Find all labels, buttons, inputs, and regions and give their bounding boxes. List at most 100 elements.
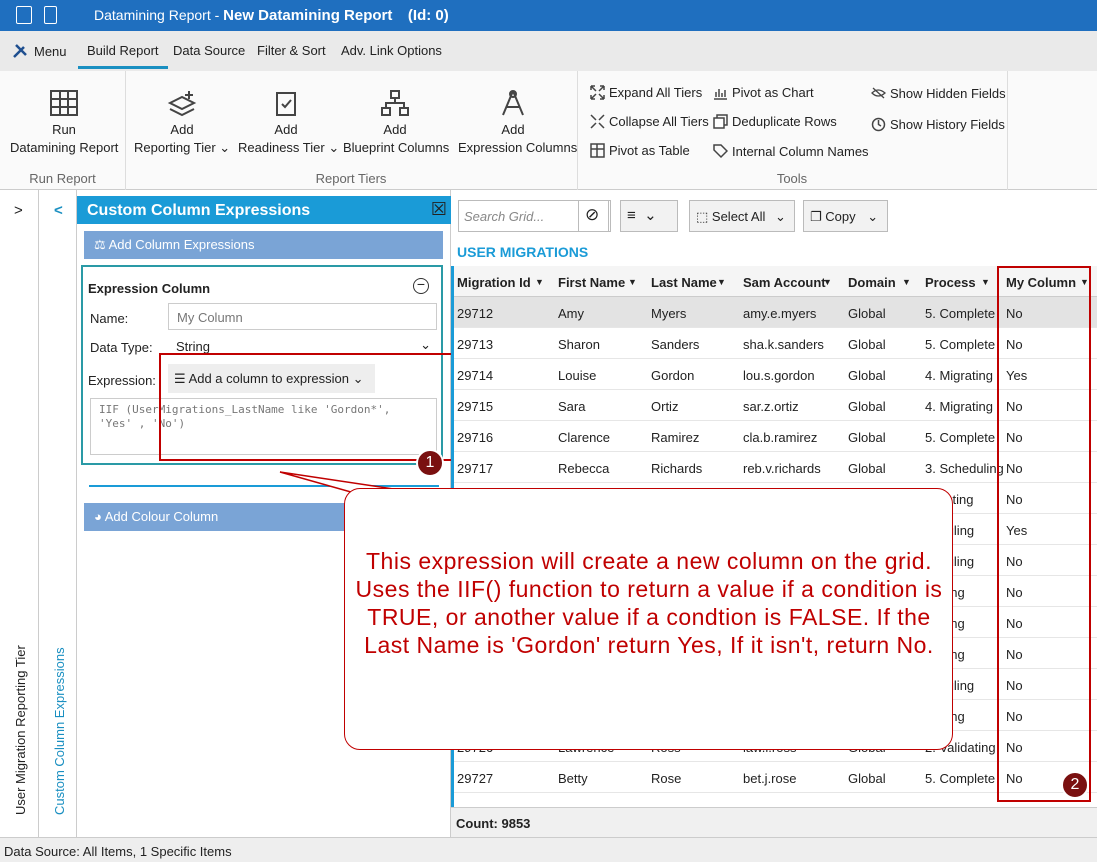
column-header[interactable]: Migration Id [457,275,531,290]
close-icon[interactable]: ☒ [431,199,447,220]
grid-icon [50,90,78,116]
expand-chevron-icon[interactable]: > [14,202,23,219]
table-cell: Global [848,368,886,383]
badge-2: 2 [1061,771,1089,799]
column-header[interactable]: Sam Account [743,275,826,290]
ribbon-divider [1007,71,1008,190]
pivot-as-table-button[interactable]: Pivot as Table [590,143,690,158]
table-cell: Louise [558,368,597,383]
table-cell: Global [848,461,886,476]
add-expression-columns-button[interactable]: Add Expression Columns [458,89,577,157]
ribbon: Run Datamining Report Add Reporting Tier ⌄… [0,71,1097,190]
tag-icon [713,144,729,159]
custom-column-expressions-label: Custom Column Expressions [52,647,67,815]
expand-all-tiers-button[interactable]: Expand All Tiers [590,85,702,100]
column-header[interactable]: Last Name [651,275,717,290]
collapse-all-tiers-button[interactable]: Collapse All Tiers [590,114,709,129]
table-cell: bet.j.rose [743,771,797,786]
align-menu-button[interactable]: ≡ ⌄ [620,200,678,232]
deduplicate-rows-button[interactable]: Deduplicate Rows [713,114,837,129]
add-column-expressions-button[interactable]: ⚖ Add Column Expressions [84,231,443,259]
table-icon [590,143,605,158]
collapse-chevron-icon[interactable]: < [54,202,63,219]
internal-column-names-button[interactable]: Internal Column Names [713,144,869,159]
expressions-strip[interactable]: < Custom Column Expressions [39,190,77,837]
chart-icon [714,89,727,100]
table-cell: Global [848,771,886,786]
highlight-box-2 [997,266,1091,802]
show-history-fields-button[interactable]: Show History Fields [871,117,1005,132]
eye-off-icon [871,87,886,99]
callout-box: This expression will create a new column… [344,488,953,750]
add-blueprint-columns-button[interactable]: Add Blueprint Columns [343,89,449,157]
badge-1: 1 [416,449,444,477]
tab-adv-link-options[interactable]: Adv. Link Options [341,43,442,58]
group-label-tools: Tools [776,171,808,186]
add-reporting-tier-button[interactable]: Add Reporting Tier ⌄ [134,89,230,157]
save-icon[interactable] [16,6,32,24]
table-cell: 29716 [457,430,494,445]
run-datamining-report-button[interactable]: Run Datamining Report [10,89,118,157]
show-hidden-fields-button[interactable]: Show Hidden Fields [871,86,1006,101]
table-cell: Sharon [558,337,600,352]
remove-icon[interactable]: − [413,277,429,294]
table-cell: sha.k.sanders [743,337,824,352]
select-icon: ⬚ [696,209,712,224]
table-cell: 29713 [457,337,494,352]
layers-add-icon [167,91,197,117]
name-label: Name: [90,311,129,326]
group-label-run-report: Run Report [29,171,96,186]
clock-icon [871,117,886,132]
clear-search-icon[interactable]: ⊘ [578,200,609,232]
table-cell: 5. Complete [925,306,996,321]
name-input[interactable]: My Column [168,303,437,330]
tab-filter-sort[interactable]: Filter & Sort [257,43,326,58]
add-readiness-tier-button[interactable]: Add Readiness Tier ⌄ [238,89,339,157]
compass-icon [502,90,524,116]
callout-text: This expression will create a new column… [355,548,943,658]
reporting-tier-strip[interactable]: > User Migration Reporting Tier [0,190,39,837]
tools-icon [13,44,27,58]
filter-icon[interactable]: ▼ [823,277,832,287]
hierarchy-icon [381,90,409,116]
table-cell: Ortiz [651,399,679,414]
expression-label: Expression: [88,373,156,388]
chevron-down-icon: ⌄ [644,207,657,224]
copy-icon: ❐ [810,209,826,224]
table-cell: Amy [558,306,584,321]
table-cell: 3. Scheduling [925,461,1004,476]
menu-button[interactable]: Menu [12,43,67,59]
table-cell: Rose [651,771,682,786]
tab-data-source[interactable]: Data Source [173,43,245,58]
table-cell: Ramirez [651,430,700,445]
table-cell: Betty [558,771,588,786]
chevron-down-icon: ⌄ [775,209,786,224]
clipboard-check-icon [276,92,296,116]
align-left-icon: ≡ [627,207,636,224]
tab-build-report[interactable]: Build Report [78,43,168,69]
reporting-tier-label: User Migration Reporting Tier [13,645,28,815]
filter-icon[interactable]: ▼ [981,277,990,287]
document-icon[interactable] [44,6,57,24]
table-cell: reb.v.richards [743,461,821,476]
table-cell: 29714 [457,368,494,383]
filter-icon[interactable]: ▼ [902,277,911,287]
pivot-as-chart-button[interactable]: Pivot as Chart [713,85,814,100]
column-header[interactable]: Domain [848,275,896,290]
filter-icon[interactable]: ▼ [535,277,544,287]
table-cell: 29712 [457,306,494,321]
section-title: Expression Column [88,281,211,296]
table-cell: amy.e.myers [743,306,817,321]
table-cell: 4. Migrating [925,399,993,414]
filter-icon[interactable]: ▼ [628,277,637,287]
table-cell: Gordon [651,368,695,383]
copy-button[interactable]: ❐ Copy ⌄ [803,200,888,232]
panel-header: Custom Column Expressions ☒ [77,196,451,224]
table-cell: Global [848,306,886,321]
select-all-button[interactable]: ⬚ Select All ⌄ [689,200,795,232]
column-header[interactable]: First Name [558,275,625,290]
filter-icon[interactable]: ▼ [717,277,726,287]
grid-title: USER MIGRATIONS [457,244,589,260]
column-header[interactable]: Process [925,275,976,290]
table-cell: Sanders [651,337,700,352]
